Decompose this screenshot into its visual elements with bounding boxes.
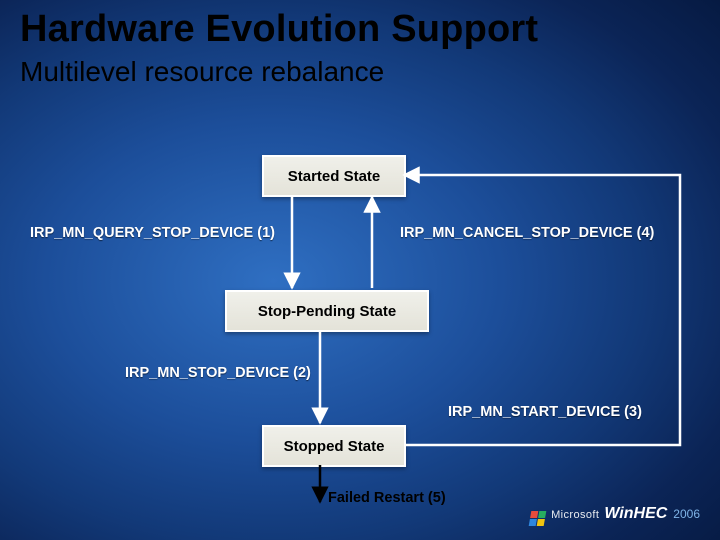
- year-label: 2006: [673, 507, 700, 521]
- transition-query-stop-label: IRP_MN_QUERY_STOP_DEVICE (1): [30, 225, 275, 241]
- state-stop-pending-box: Stop-Pending State: [225, 290, 429, 332]
- transition-cancel-stop-label: IRP_MN_CANCEL_STOP_DEVICE (4): [400, 225, 654, 241]
- state-stopped-box: Stopped State: [262, 425, 406, 467]
- state-stop-pending-label: Stop-Pending State: [258, 303, 396, 320]
- microsoft-flag-icon: [529, 511, 547, 526]
- slide-subtitle: Multilevel resource rebalance: [20, 56, 384, 88]
- slide-root: Hardware Evolution Support Multilevel re…: [0, 0, 720, 540]
- transition-start-device-label: IRP_MN_START_DEVICE (3): [448, 404, 642, 420]
- winhec-logo: Microsoft WinHEC 2006: [530, 505, 700, 526]
- vendor-label: Microsoft: [551, 509, 599, 521]
- slide-title: Hardware Evolution Support: [20, 8, 538, 51]
- state-started-box: Started State: [262, 155, 406, 197]
- transition-failed-restart-label: Failed Restart (5): [328, 490, 446, 506]
- state-started-label: Started State: [288, 168, 381, 185]
- transition-stop-device-label: IRP_MN_STOP_DEVICE (2): [125, 365, 311, 381]
- product-label: WinHEC: [604, 505, 667, 523]
- state-stopped-label: Stopped State: [284, 438, 385, 455]
